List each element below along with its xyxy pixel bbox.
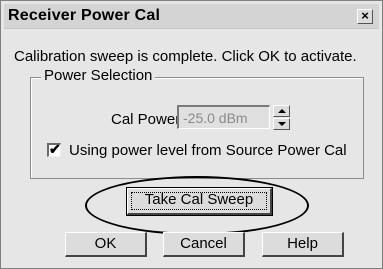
status-message: Calibration sweep is complete. Click OK … xyxy=(14,48,357,65)
use-source-power-checkbox[interactable]: ✔ xyxy=(47,141,61,157)
dialog-title: Receiver Power Cal xyxy=(8,7,161,24)
close-button[interactable]: × xyxy=(357,8,373,24)
take-cal-sweep-label: Take Cal Sweep xyxy=(144,191,254,208)
spin-up-button[interactable] xyxy=(273,105,290,117)
take-cal-sweep-button[interactable]: Take Cal Sweep xyxy=(126,187,273,216)
cal-power-label: Cal Power xyxy=(111,111,181,128)
cal-power-spinner xyxy=(273,105,290,130)
cancel-button[interactable]: Cancel xyxy=(163,232,245,257)
triangle-up-icon xyxy=(278,109,286,113)
checkmark-icon: ✔ xyxy=(49,141,61,157)
close-icon: × xyxy=(361,8,369,23)
help-button[interactable]: Help xyxy=(262,232,344,257)
use-source-power-label[interactable]: Using power level from Source Power Cal xyxy=(69,142,347,159)
receiver-power-cal-dialog: Receiver Power Cal × Calibration sweep i… xyxy=(0,0,383,269)
cal-power-field[interactable]: -25.0 dBm xyxy=(177,105,270,129)
triangle-down-icon xyxy=(278,122,286,126)
power-selection-legend: Power Selection xyxy=(41,67,156,84)
ok-button[interactable]: OK xyxy=(65,232,147,257)
title-bar: Receiver Power Cal × xyxy=(4,4,379,29)
spin-down-button[interactable] xyxy=(273,118,290,130)
